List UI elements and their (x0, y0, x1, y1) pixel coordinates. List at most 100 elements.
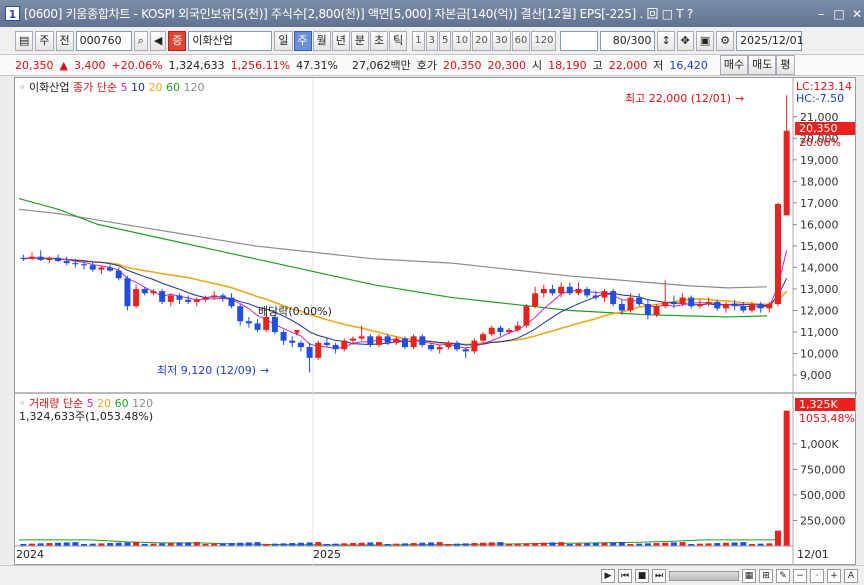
draw-icon[interactable]: ✎ (776, 568, 790, 583)
candle-body (46, 257, 53, 260)
candle-body (237, 306, 244, 322)
tab-0[interactable]: 일 (274, 30, 293, 51)
candle-body (358, 336, 365, 339)
legend-label: 종가 단순 (73, 81, 120, 94)
candle-body (428, 344, 435, 350)
candle-body (72, 263, 79, 265)
candle-body (722, 304, 729, 309)
toolbar: ▤ 주 전 000760 ⌕ ◀ 증 이화산업 일주월년분초틱 1 3 5 10 20 3… (0, 27, 864, 55)
bid-price: 20,300 (487, 58, 527, 72)
hc-label: HC:-7.50 (796, 92, 844, 105)
candle-body (315, 342, 322, 358)
window-maximize-icon[interactable]: □ (832, 7, 846, 21)
candle-body (714, 301, 721, 309)
price-volume-chart[interactable]: 21,00020,00019,00018,00017,00016,00015,0… (15, 78, 857, 566)
up-arrow-icon: ▲ (59, 58, 68, 72)
legend-ma-5: 5 (120, 81, 131, 94)
turnover-rate: 47.31% (296, 58, 339, 72)
interval-5[interactable]: 5 (439, 30, 452, 51)
scroll-slider[interactable] (669, 570, 739, 581)
tab-3[interactable]: 년 (331, 30, 350, 51)
tab-2[interactable]: 월 (312, 30, 331, 51)
legend-ma-10: 10 (131, 81, 149, 94)
save-icon[interactable]: ▣ (695, 30, 715, 51)
candle-body (193, 299, 200, 302)
scroll-end-icon[interactable]: ⏭ (652, 568, 666, 583)
volume-bar (774, 530, 781, 546)
dividend-annotation: 배당락(0.00%) (258, 305, 332, 318)
font-size-icon[interactable]: A (844, 568, 858, 583)
date-input[interactable]: 2025/12/01 (736, 30, 804, 51)
interval-1[interactable]: 1 (412, 30, 425, 51)
interval-120[interactable]: 120 (531, 30, 557, 51)
candle-body (774, 203, 781, 305)
candle-body (98, 267, 105, 270)
stock-code-input[interactable]: 000760 (75, 30, 132, 51)
price-tick-label: 9,000 (800, 369, 832, 382)
chart-type-icon[interactable]: ↕ (657, 30, 675, 51)
candle-body (133, 288, 140, 307)
candle-body (462, 349, 469, 352)
candle-body (297, 342, 304, 348)
high-price: 22,000 (608, 58, 648, 72)
custom-interval-input[interactable] (560, 30, 599, 51)
candle-body (245, 321, 252, 324)
candle-body (211, 295, 218, 298)
candle-body (306, 347, 313, 358)
zoom-reset-icon[interactable]: · (810, 568, 824, 583)
tab-6[interactable]: 틱 (389, 30, 408, 51)
candle-body (688, 297, 695, 307)
price-tick-label: 16,000 (800, 218, 839, 231)
search-icon[interactable]: ⌕ (133, 30, 148, 51)
gear-icon[interactable]: ⚙ (716, 30, 735, 51)
candle-body (532, 293, 539, 307)
prev-button[interactable]: 전 (55, 30, 74, 51)
candle-body (644, 304, 651, 315)
interval-10[interactable]: 10 (452, 30, 472, 51)
open-label: 시 (532, 59, 543, 72)
low-price: 16,420 (669, 58, 708, 72)
interval-30[interactable]: 30 (491, 30, 511, 51)
candle-body (636, 297, 643, 305)
volume-tick-label: 250,000 (800, 514, 846, 527)
candle-body (748, 304, 755, 311)
candle-body (384, 336, 391, 343)
candle-body (584, 288, 591, 296)
volume-legend-label: 거래량 단순 (29, 397, 87, 410)
sound-icon[interactable]: ◀ (149, 30, 167, 51)
chart-area[interactable]: 21,000 20,000 19,000 18,000 17,000 16,000 15,0… (14, 77, 857, 566)
candle-body (480, 334, 487, 341)
candle-body (349, 338, 356, 341)
candle-body (150, 291, 157, 294)
candle-body (783, 130, 790, 216)
zoom-out-icon[interactable]: − (793, 568, 807, 583)
buy-button[interactable]: 매수 (719, 55, 749, 75)
stop-icon[interactable]: ■ (635, 568, 649, 583)
flat-button[interactable]: 평 (776, 55, 795, 75)
tab-4[interactable]: 분 (350, 30, 370, 51)
layout-icon[interactable]: ▦ (742, 568, 756, 583)
candle-body (167, 295, 174, 302)
chart-menu-icon[interactable]: ▤ (15, 30, 34, 51)
ask-label: 호가 (416, 59, 437, 72)
candle-body (55, 257, 62, 261)
stock-name-field[interactable]: 이화산업 (188, 30, 273, 51)
period-type-select[interactable]: 주 (35, 30, 54, 51)
count-input[interactable]: 80/300 (600, 30, 656, 51)
interval-3[interactable]: 3 (425, 30, 439, 51)
interval-20[interactable]: 20 (472, 30, 491, 51)
crosshair-icon[interactable]: ✥ (676, 30, 694, 51)
window-close-icon[interactable]: ✕ (850, 7, 864, 21)
current-price-label: 20,350 (799, 122, 838, 135)
scroll-start-icon[interactable]: ⏮ (618, 568, 632, 583)
interval-60[interactable]: 60 (511, 30, 531, 51)
tab-5[interactable]: 초 (370, 30, 389, 51)
candle-body (393, 338, 400, 343)
tab-1[interactable]: 주 (293, 30, 312, 51)
zoom-in-icon[interactable]: + (827, 568, 841, 583)
scroll-right-icon[interactable]: ▶ (601, 568, 615, 583)
sell-button[interactable]: 매도 (748, 55, 777, 75)
window-minimize-icon[interactable]: – (814, 7, 828, 21)
grid-icon[interactable]: ⊞ (759, 568, 773, 583)
candle-body (89, 265, 96, 270)
